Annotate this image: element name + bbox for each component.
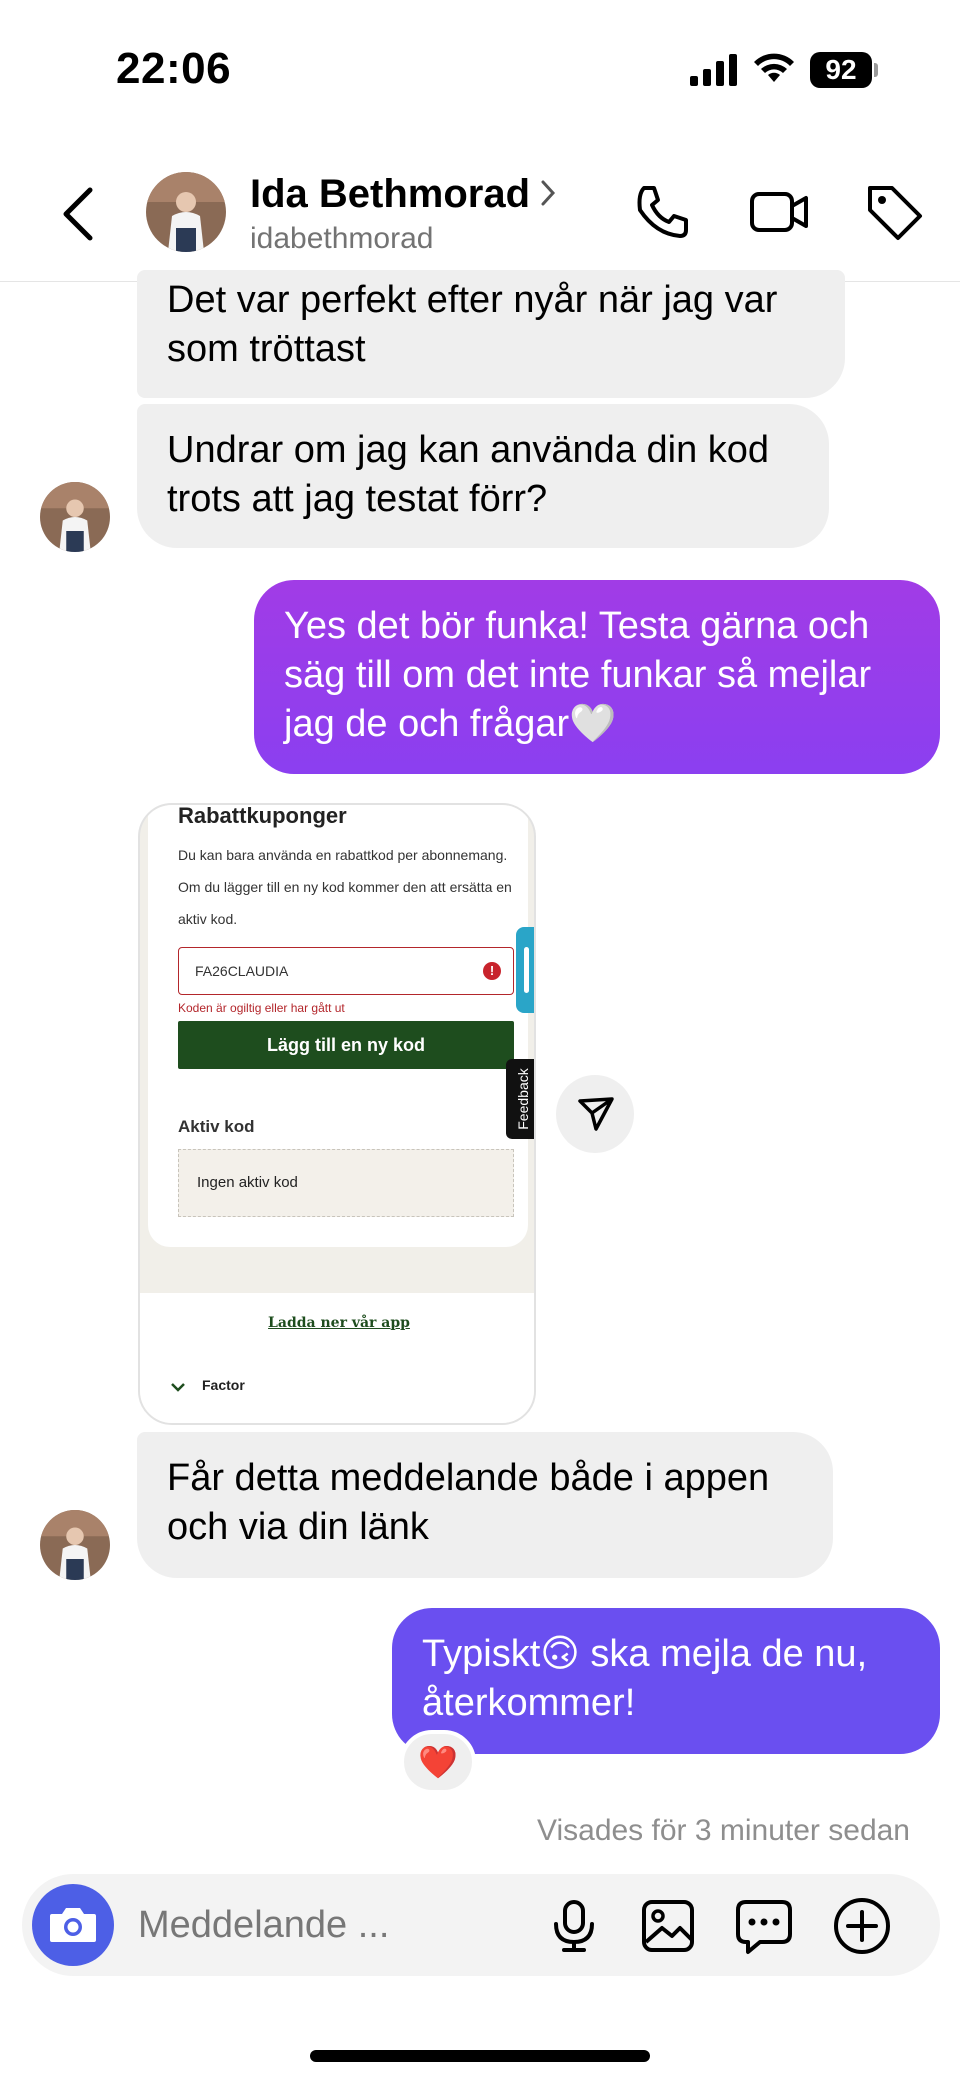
screenshot-add-code-button: Lägg till en ny kod bbox=[178, 1021, 514, 1069]
sticker-chat-icon[interactable] bbox=[734, 1896, 794, 1956]
chevron-right-icon[interactable] bbox=[538, 178, 558, 208]
image-attachment[interactable]: Rabattkuponger Du kan bara använda en ra… bbox=[138, 803, 536, 1425]
screenshot-footer-section: Factor bbox=[202, 1377, 245, 1393]
message-text: Undrar om jag kan använda din kod trots … bbox=[167, 429, 770, 520]
contact-name[interactable]: Ida Bethmorad bbox=[250, 172, 530, 217]
video-call-icon[interactable] bbox=[748, 180, 812, 244]
avatar-photo bbox=[146, 172, 226, 252]
chevron-down-icon bbox=[171, 1383, 185, 1392]
screenshot-description: Du kan bara använda en rabattkod per abo… bbox=[178, 847, 512, 927]
battery-level: 92 bbox=[810, 52, 872, 88]
chat-header: Ida Bethmorad idabethmorad bbox=[0, 150, 960, 282]
battery-indicator: 92 bbox=[810, 52, 878, 88]
message-text: Det var perfekt efter nyår när jag var s… bbox=[167, 279, 778, 370]
screenshot-code-value: FA26CLAUDIA bbox=[195, 963, 289, 979]
message-bubble-outgoing[interactable]: Typiskt🙃 ska mejla de nu, återkommer! bbox=[392, 1608, 940, 1754]
sender-avatar[interactable] bbox=[40, 482, 110, 552]
back-arrow-icon[interactable] bbox=[54, 184, 104, 244]
message-bubble-incoming[interactable]: Får detta meddelande både i appen och vi… bbox=[137, 1432, 833, 1578]
message-bubble-outgoing[interactable]: Yes det bör funka! Testa gärna och säg t… bbox=[254, 580, 940, 774]
message-text: Yes det bör funka! Testa gärna och säg t… bbox=[284, 605, 872, 745]
screenshot-error-text: Koden är ogiltig eller har gått ut bbox=[178, 1001, 345, 1015]
message-composer bbox=[22, 1874, 940, 1976]
screenshot-card: Rabattkuponger Du kan bara använda en ra… bbox=[148, 803, 528, 1247]
screenshot-feedback-label: Feedback bbox=[515, 1068, 531, 1130]
seen-status: Visades för 3 minuter sedan bbox=[537, 1814, 910, 1847]
microphone-icon[interactable] bbox=[544, 1896, 604, 1956]
message-text: Typiskt🙃 ska mejla de nu, återkommer! bbox=[422, 1633, 868, 1724]
battery-tip bbox=[874, 63, 878, 77]
avatar-photo bbox=[40, 1510, 110, 1580]
add-icon[interactable] bbox=[832, 1896, 892, 1956]
tag-icon[interactable] bbox=[862, 180, 926, 244]
screenshot-feedback-tab: Feedback bbox=[506, 1059, 534, 1139]
message-text: Får detta meddelande både i appen och vi… bbox=[167, 1457, 770, 1548]
avatar-photo bbox=[40, 482, 110, 552]
screenshot-active-label: Aktiv kod bbox=[178, 1117, 255, 1136]
message-input[interactable] bbox=[138, 1898, 518, 1952]
screenshot-side-tab bbox=[516, 927, 534, 1013]
sender-avatar[interactable] bbox=[40, 1510, 110, 1580]
screenshot-footer: Ladda ner vår app Factor bbox=[140, 1293, 534, 1423]
message-bubble-incoming[interactable]: Undrar om jag kan använda din kod trots … bbox=[137, 404, 829, 548]
cellular-signal-icon bbox=[690, 54, 737, 86]
phone-call-icon[interactable] bbox=[630, 180, 694, 244]
profile-avatar[interactable] bbox=[146, 172, 226, 252]
screenshot-code-field: FA26CLAUDIA ! bbox=[178, 947, 514, 995]
camera-icon bbox=[50, 1908, 96, 1942]
error-icon: ! bbox=[483, 962, 501, 980]
send-icon bbox=[578, 1097, 614, 1131]
share-button[interactable] bbox=[556, 1075, 634, 1153]
home-indicator bbox=[310, 2050, 650, 2062]
screenshot-app-link: Ladda ner vår app bbox=[268, 1315, 410, 1331]
gallery-icon[interactable] bbox=[638, 1896, 698, 1956]
contact-username: idabethmorad bbox=[250, 222, 434, 255]
screenshot-active-value: Ingen aktiv kod bbox=[178, 1149, 514, 1217]
reaction-badge[interactable]: ❤️ bbox=[400, 1730, 476, 1794]
wifi-icon bbox=[754, 53, 794, 82]
camera-button[interactable] bbox=[32, 1884, 114, 1966]
message-bubble-incoming[interactable]: Det var perfekt efter nyår när jag var s… bbox=[137, 270, 845, 398]
status-time: 22:06 bbox=[116, 44, 232, 93]
screenshot-title: Rabattkuponger bbox=[178, 803, 347, 828]
